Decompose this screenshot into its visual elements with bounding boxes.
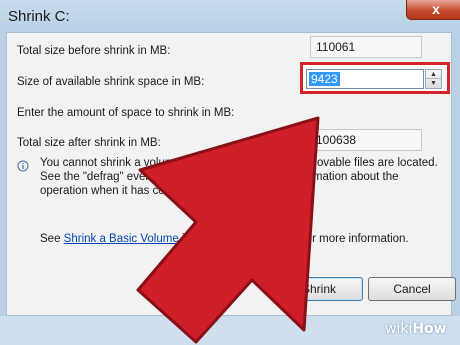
watermark-logo: wikiHow <box>385 321 447 337</box>
available-shrink-label: Size of available shrink space in MB: <box>17 76 205 88</box>
info-icon <box>17 160 29 172</box>
spin-down-icon[interactable]: ▼ <box>426 79 441 88</box>
cancel-button[interactable]: Cancel <box>368 277 456 301</box>
close-button[interactable]: x <box>406 0 460 20</box>
total-size-after-label: Total size after shrink in MB: <box>17 137 161 149</box>
help-line: See Shrink a Basic Volume in Di p for mor… <box>40 233 409 245</box>
info-message: You cannot shrink a volume beyond th unmo… <box>40 156 438 198</box>
shrink-amount-input[interactable]: 9423 <box>306 69 424 89</box>
shrink-button[interactable]: Shrink <box>275 277 363 301</box>
total-size-before-label: Total size before shrink in MB: <box>17 45 171 57</box>
dialog-window: Shrink C: x Total size before shrink in … <box>0 0 460 345</box>
shrink-amount-label: Enter the amount of space to shrink in M… <box>17 107 235 119</box>
total-size-before-value: 110061 <box>310 36 422 58</box>
spin-up-icon[interactable]: ▲ <box>426 70 441 79</box>
window-title: Shrink C: <box>8 8 70 25</box>
info-line-2: See the "defrag" event in the Ap d inform… <box>40 171 399 183</box>
selected-text: 9423 <box>309 72 340 86</box>
shrink-basic-volume-link[interactable]: Shrink a Basic Volume <box>64 233 179 245</box>
info-line-3: operation when it has com <box>40 185 175 197</box>
info-line-1: You cannot shrink a volume beyond th unmo… <box>40 157 438 169</box>
spinner-buttons: ▲ ▼ <box>425 69 442 89</box>
shrink-amount-highlight: 9423 ▲ ▼ <box>300 62 450 94</box>
title-bar[interactable]: Shrink C: x <box>0 0 460 34</box>
total-size-after-value: 100638 <box>310 129 422 151</box>
